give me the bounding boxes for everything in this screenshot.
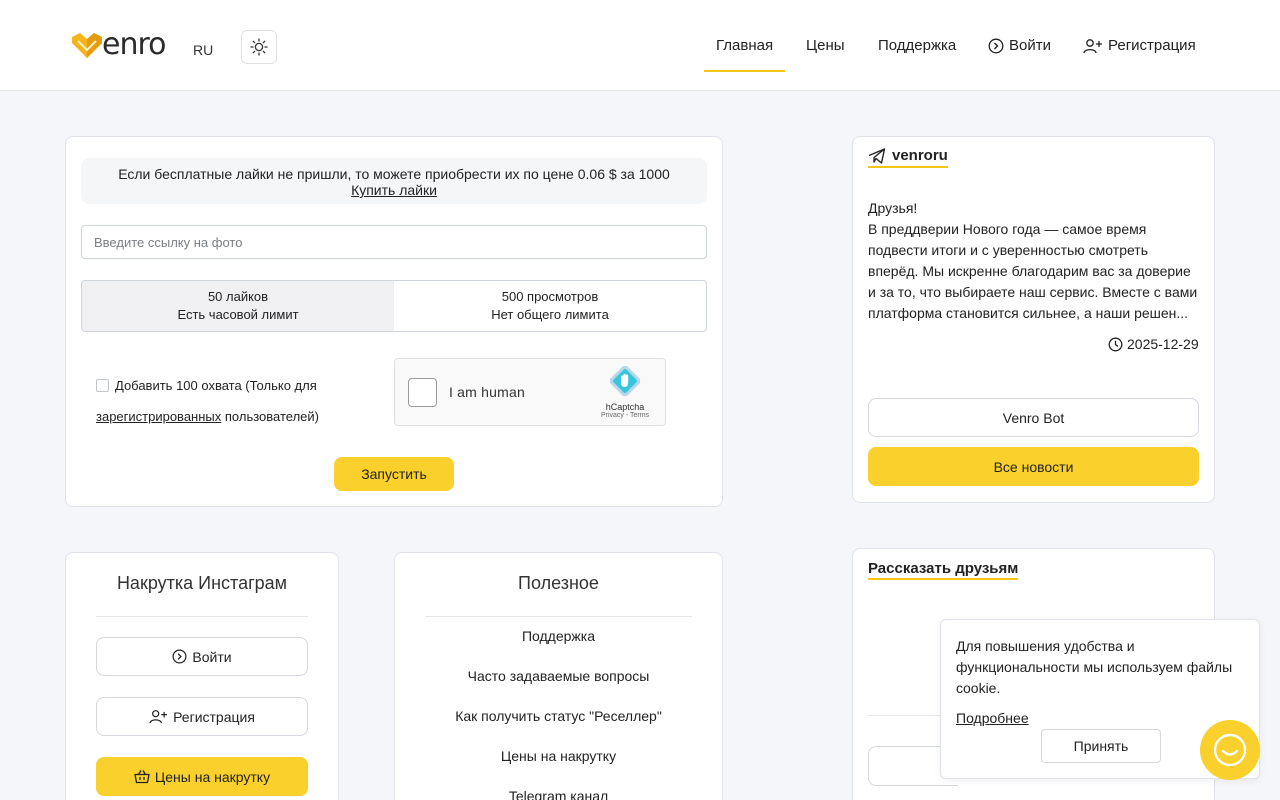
- option-likes-title: 50 лайков: [207, 289, 269, 304]
- news-line: В преддверии Нового года — самое время: [868, 221, 1147, 237]
- nav-prices-label: Цены: [806, 37, 845, 54]
- submit-button[interactable]: Запустить: [334, 457, 454, 491]
- telegram-channel-name: venroru: [892, 147, 948, 164]
- useful-link-reseller[interactable]: Как получить статус "Реселлер": [395, 708, 722, 724]
- news-line: вперёд. Мы искренне благодарим вас за до…: [868, 263, 1191, 279]
- instagram-register-button[interactable]: Регистрация: [96, 697, 308, 736]
- nav-register[interactable]: Регистрация: [1083, 0, 1196, 91]
- site-header: enro RU Главная Цены Поддержка Войти Рег…: [0, 0, 1280, 91]
- sun-icon: [250, 38, 268, 56]
- venro-bot-button[interactable]: Venro Bot: [868, 398, 1199, 437]
- nav-login[interactable]: Войти: [988, 0, 1051, 91]
- nav-home-label: Главная: [716, 37, 774, 54]
- captcha-label: I am human: [449, 384, 525, 400]
- hcaptcha-widget: I am human hCaptcha Privacy - Terms: [394, 358, 666, 426]
- option-likes[interactable]: 50 лайков Есть часовой лимит: [82, 281, 394, 331]
- user-plus-icon: [1083, 38, 1103, 54]
- useful-link-telegram[interactable]: Telegram канал: [395, 788, 722, 800]
- hcaptcha-logo-icon: [609, 365, 641, 397]
- registered-link[interactable]: зарегистрированных: [96, 409, 221, 424]
- useful-link-prices[interactable]: Цены на накрутку: [395, 748, 722, 764]
- nav-login-label: Войти: [1009, 37, 1051, 54]
- news-line: подвести итоги и с уверенностью смотреть: [868, 242, 1149, 258]
- clock-icon: [1108, 337, 1123, 351]
- hcaptcha-brand: hCaptcha Privacy - Terms: [595, 365, 655, 419]
- telegram-send-icon: [868, 147, 886, 164]
- nav-support-label: Поддержка: [878, 37, 957, 54]
- telegram-channel-title[interactable]: venroru: [868, 147, 948, 168]
- nav-active-indicator: [704, 70, 785, 72]
- share-title: Рассказать друзьям: [868, 560, 1019, 580]
- news-line: платформа становится сильнее, а наши реш…: [868, 305, 1189, 321]
- instagram-title: Накрутка Инстаграм: [116, 573, 288, 593]
- nav-home[interactable]: Главная: [716, 0, 773, 91]
- add-reach-checkbox[interactable]: [96, 379, 109, 392]
- cookie-accept-button[interactable]: Принять: [1041, 729, 1161, 763]
- all-news-button[interactable]: Все новости: [868, 447, 1199, 486]
- nav-register-label: Регистрация: [1108, 37, 1196, 54]
- useful-link-faq[interactable]: Часто задаваемые вопросы: [395, 668, 722, 684]
- nav-support[interactable]: Поддержка: [878, 0, 956, 91]
- option-views[interactable]: 500 просмотров Нет общего лимита: [394, 281, 706, 331]
- add-reach-label-end: пользователей): [221, 409, 319, 424]
- instagram-prices-button[interactable]: Цены на накрутку: [96, 757, 308, 796]
- useful-link-support[interactable]: Поддержка: [395, 628, 722, 644]
- cookie-more-link[interactable]: Подробнее: [956, 710, 1029, 726]
- instagram-prices-label: Цены на накрутку: [154, 768, 271, 785]
- cookie-text: Для повышения удобства и функциональност…: [956, 638, 1233, 696]
- theme-toggle-button[interactable]: [241, 30, 277, 64]
- captcha-checkbox[interactable]: [408, 378, 437, 407]
- venro-bot-label: Venro Bot: [1002, 409, 1065, 426]
- photo-url-input[interactable]: [81, 225, 707, 259]
- buy-likes-link[interactable]: Купить лайки: [351, 182, 437, 198]
- package-selector: 50 лайков Есть часовой лимит 500 просмот…: [81, 280, 707, 332]
- news-date: 2025-12-29: [1108, 336, 1199, 352]
- logo-text: enro: [102, 27, 166, 62]
- useful-title: Полезное: [518, 573, 599, 593]
- user-plus-icon: [149, 710, 168, 724]
- buy-likes-notice: Если бесплатные лайки не пришли, то може…: [81, 158, 707, 204]
- chat-widget-button[interactable]: [1200, 720, 1260, 780]
- heart-logo-icon: [72, 33, 102, 58]
- chat-icon: [1213, 733, 1247, 767]
- news-line: Друзья!: [868, 200, 918, 216]
- divider: [425, 616, 692, 617]
- divider: [868, 715, 940, 716]
- logo[interactable]: enro: [70, 30, 166, 60]
- instagram-register-label: Регистрация: [173, 708, 255, 725]
- login-icon: [172, 649, 187, 664]
- add-reach-option: Добавить 100 охвата (Только для зарегист…: [96, 370, 366, 432]
- add-reach-label: Добавить 100 охвата (Только для: [115, 378, 317, 393]
- option-views-subtitle: Нет общего лимита: [491, 307, 609, 322]
- news-line: и за то, что выбираете наш сервис. Вмест…: [868, 284, 1198, 300]
- instagram-login-button[interactable]: Войти: [96, 637, 308, 676]
- notice-text: Если бесплатные лайки не пришли, то може…: [118, 166, 670, 182]
- option-likes-subtitle: Есть часовой лимит: [177, 307, 299, 322]
- language-switch[interactable]: RU: [193, 42, 213, 58]
- captcha-brand-name: hCaptcha: [605, 402, 645, 412]
- option-views-title: 500 просмотров: [501, 289, 599, 304]
- news-date-text: 2025-12-29: [1127, 336, 1199, 352]
- captcha-privacy-links[interactable]: Privacy - Terms: [595, 412, 655, 419]
- divider: [96, 616, 308, 617]
- basket-icon: [134, 770, 150, 784]
- nav-prices[interactable]: Цены: [806, 0, 845, 91]
- login-icon: [988, 38, 1004, 54]
- instagram-login-label: Войти: [192, 648, 232, 665]
- news-text: Друзья! В преддверии Нового года — самое…: [868, 198, 1203, 324]
